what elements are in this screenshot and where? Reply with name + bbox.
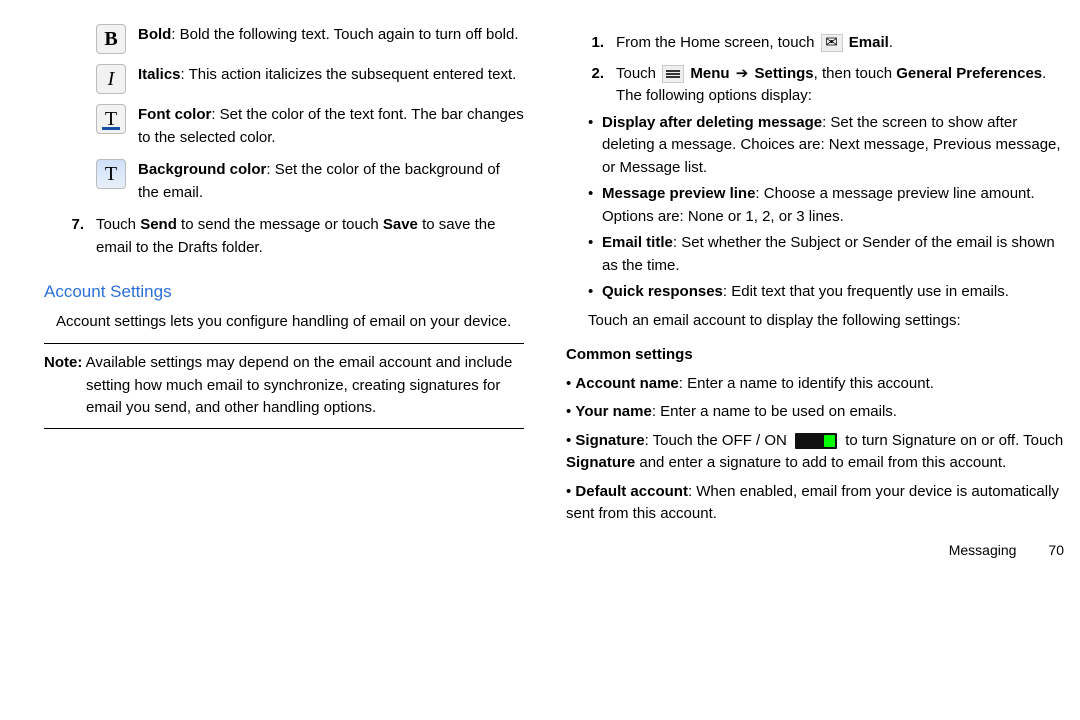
step-2: 2. Touch Menu ➔ Settings, then touch Gen…	[564, 63, 1064, 108]
step-7: 7. Touch Send to send the message or tou…	[44, 214, 524, 259]
background-color-icon: T	[96, 159, 126, 189]
account-settings-desc: Account settings lets you configure hand…	[56, 311, 524, 334]
bold-icon: B	[96, 24, 126, 54]
note-block: Note: Available settings may depend on t…	[44, 343, 524, 429]
email-app-icon: ✉	[821, 34, 843, 52]
common-settings-heading: Common settings	[566, 344, 1064, 367]
touch-account-line: Touch an email account to display the fo…	[588, 310, 1064, 333]
bold-description: Bold: Bold the following text. Touch aga…	[138, 24, 524, 47]
bullet-display-after-delete: • Display after deleting message: Set th…	[588, 112, 1064, 180]
bullet-default-account: • Default account: When enabled, email f…	[566, 481, 1064, 526]
bullet-message-preview: • Message preview line: Choose a message…	[588, 183, 1064, 228]
footer-section: Messaging	[949, 540, 1017, 561]
bullet-quick-responses: • Quick responses: Edit text that you fr…	[588, 281, 1064, 304]
bullet-account-name: • Account name: Enter a name to identify…	[566, 373, 1064, 396]
italics-description: Italics: This action italicizes the subs…	[138, 64, 524, 87]
menu-icon	[662, 65, 684, 83]
footer-page: 70	[1048, 540, 1064, 561]
italics-icon: I	[96, 64, 126, 94]
font-color-description: Font color: Set the color of the text fo…	[138, 104, 524, 149]
font-color-icon: T	[96, 104, 126, 134]
left-column: B Bold: Bold the following text. Touch a…	[44, 24, 524, 561]
toggle-icon	[795, 433, 837, 449]
page-footer: Messaging 70	[564, 540, 1064, 561]
account-settings-heading: Account Settings	[44, 279, 524, 305]
bullet-your-name: • Your name: Enter a name to be used on …	[566, 401, 1064, 424]
right-column: 1. From the Home screen, touch ✉ Email. …	[564, 24, 1064, 561]
step-1: 1. From the Home screen, touch ✉ Email.	[564, 32, 1064, 55]
background-color-description: Background color: Set the color of the b…	[138, 159, 524, 204]
arrow-icon: ➔	[736, 63, 749, 86]
bullet-email-title: • Email title: Set whether the Subject o…	[588, 232, 1064, 277]
bullet-signature: • Signature: Touch the OFF / ON to turn …	[566, 430, 1064, 475]
